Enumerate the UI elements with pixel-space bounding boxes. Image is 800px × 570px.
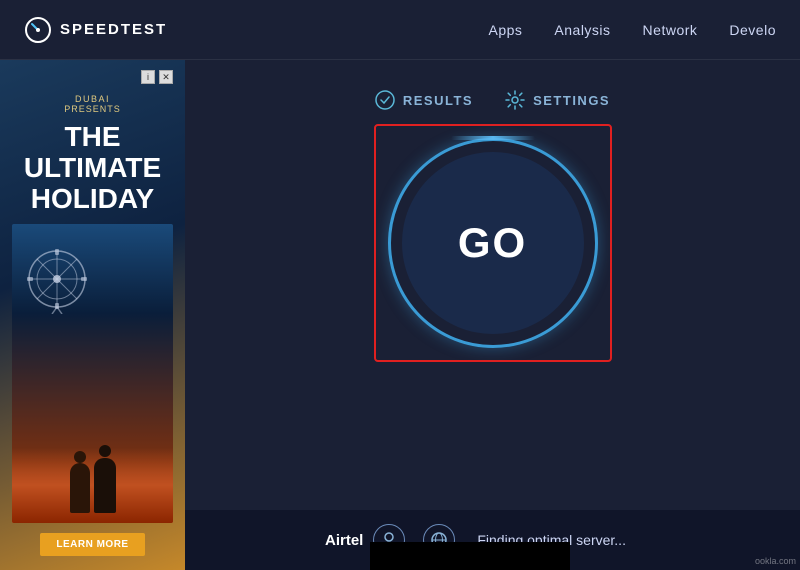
go-button[interactable]: GO (402, 152, 584, 334)
settings-action[interactable]: SETTINGS (505, 90, 610, 110)
settings-label: SETTINGS (533, 93, 610, 108)
ad-close-icon[interactable]: ✕ (159, 70, 173, 84)
go-button-label: GO (458, 219, 527, 267)
speedtest-logo-icon (24, 16, 52, 44)
ad-image (12, 224, 173, 523)
ad-headline-1: THE ULTIMATE HOLIDAY (24, 122, 161, 214)
header: SPEEDTEST Apps Analysis Network Develo (0, 0, 800, 60)
speed-test-content: RESULTS SETTINGS GO (185, 60, 800, 570)
people-silhouettes (32, 458, 153, 513)
ferris-wheel-icon (22, 244, 92, 314)
nav-analysis[interactable]: Analysis (554, 22, 610, 38)
ad-sidebar: i ✕ DUBAI PRESENTS THE ULTIMATE HOLIDAY (0, 60, 185, 570)
main-content: i ✕ DUBAI PRESENTS THE ULTIMATE HOLIDAY (0, 60, 800, 570)
logo-area: SPEEDTEST (24, 16, 167, 44)
provider-name: Airtel (325, 532, 363, 549)
action-bar: RESULTS SETTINGS (375, 90, 610, 110)
ookla-watermark: ookla.com (755, 556, 796, 566)
go-button-wrapper[interactable]: GO (388, 138, 598, 348)
go-button-highlight (451, 136, 535, 140)
check-circle-icon (375, 90, 395, 110)
ad-cta-button[interactable]: LEARN MORE (40, 533, 144, 556)
gear-icon (505, 90, 525, 110)
nav-apps[interactable]: Apps (488, 22, 522, 38)
black-bar (370, 542, 570, 570)
results-label: RESULTS (403, 93, 473, 108)
ad-controls: i ✕ (141, 70, 173, 84)
nav-develo[interactable]: Develo (729, 22, 776, 38)
logo-text: SPEEDTEST (60, 21, 167, 38)
ad-info-icon[interactable]: i (141, 70, 155, 84)
ad-top-bar: i ✕ (12, 70, 173, 84)
results-action[interactable]: RESULTS (375, 90, 473, 110)
main-nav: Apps Analysis Network Develo (488, 22, 776, 38)
nav-network[interactable]: Network (643, 22, 698, 38)
ad-presents: PRESENTS (64, 104, 121, 114)
ad-city: DUBAI (75, 94, 110, 104)
